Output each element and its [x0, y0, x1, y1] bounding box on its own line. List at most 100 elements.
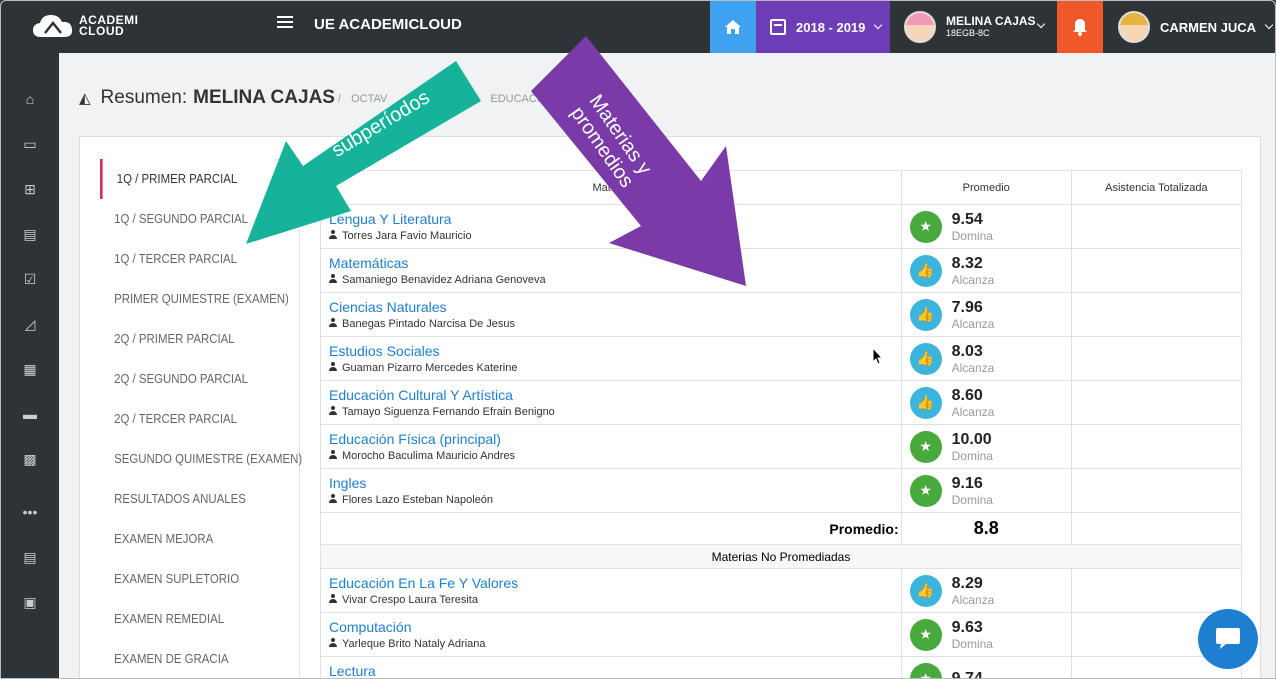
user-menu[interactable]: CARMEN JUCA	[1118, 11, 1274, 43]
attendance-cell	[1070, 424, 1243, 469]
sitemap-icon[interactable]: ⊞	[21, 181, 39, 197]
subject-cell: Computación Yarleque Brito Nataly Adriana	[320, 612, 902, 657]
teacher-name: Morocho Baculima Mauricio Andres	[342, 450, 516, 462]
person-icon	[329, 638, 337, 647]
subject-row: Educación Cultural Y Artística Tamayo Sig…	[320, 380, 1243, 425]
school-name: UE ACADEMICLOUD	[314, 16, 462, 33]
grade-level: Alcanza	[951, 360, 995, 375]
subject-row: Educación En La Fe Y Valores Vivar Crespo…	[320, 568, 1243, 613]
period-item[interactable]: EXAMEN REMEDIAL	[100, 599, 275, 639]
medal-icon: ★	[909, 210, 942, 243]
user-avatar	[1118, 11, 1150, 43]
bell-icon	[1073, 19, 1087, 36]
subject-link[interactable]: Educación En La Fe Y Valores	[329, 575, 893, 591]
subject-row: Matemáticas Samaniego Benavidez Adriana G…	[320, 248, 1243, 293]
subject-link[interactable]: Ingles	[329, 475, 893, 491]
calendar-icon	[770, 19, 786, 35]
teal-annotation-arrow	[246, 61, 481, 244]
monitor-icon[interactable]: ▭	[21, 136, 39, 152]
average-row: Promedio: 8.8	[320, 512, 1243, 545]
person-icon	[329, 594, 337, 603]
period-item[interactable]: SEGUNDO QUIMESTRE (EXAMEN)	[100, 439, 302, 479]
grade-cell: 👍 8.03 Alcanza	[900, 336, 1072, 381]
subject-row: Ingles Flores Lazo Esteban Napoleón ★ 9.16 D…	[320, 468, 1243, 513]
teacher-line: Morocho Baculima Mauricio Andres	[329, 450, 893, 462]
calculator-icon[interactable]: ▩	[21, 451, 39, 467]
attendance-cell	[1070, 380, 1243, 425]
student-selector[interactable]: MELINA CAJAS 18EGB-8C	[904, 11, 1046, 43]
home-icon[interactable]: ⌂	[21, 91, 39, 107]
person-icon	[329, 362, 337, 371]
subject-cell: Ingles Flores Lazo Esteban Napoleón	[320, 468, 902, 513]
school-year-selector[interactable]: 2018 - 2019	[756, 1, 890, 53]
logo-text: ACADEMI CLOUD	[79, 14, 139, 37]
grade-value: 7.96	[951, 298, 983, 316]
subject-link[interactable]: Educación Cultural Y Artística	[329, 387, 893, 403]
grade-value: 10.00	[951, 430, 992, 448]
medal-icon: ★	[909, 618, 942, 651]
chat-button[interactable]	[1198, 609, 1258, 669]
chart-icon[interactable]: ◿	[21, 316, 39, 332]
medal-icon: ★	[909, 430, 942, 463]
period-item[interactable]: 2Q / PRIMER PARCIAL	[100, 319, 275, 359]
card-icon[interactable]: ▤	[21, 549, 39, 565]
subject-link[interactable]: Estudios Sociales	[329, 343, 893, 359]
period-item[interactable]: 2Q / SEGUNDO PARCIAL	[100, 359, 275, 399]
area-chart-icon: ◭	[79, 90, 91, 107]
menu-toggle-icon[interactable]	[277, 16, 293, 30]
grade-level: Alcanza	[951, 316, 995, 331]
period-item[interactable]: EXAMEN MEJORA	[100, 519, 275, 559]
grade-level: Domina	[951, 228, 993, 243]
person-icon	[329, 274, 337, 283]
subject-cell: Ciencias Naturales Banegas Pintado Narcis…	[320, 292, 902, 337]
money-icon[interactable]: ▬	[21, 406, 39, 422]
app-logo[interactable]: ACADEMI CLOUD	[31, 11, 139, 41]
grade-value: 8.03	[951, 342, 983, 360]
checklist-icon[interactable]: ☑	[21, 271, 39, 287]
attendance-cell	[1070, 468, 1243, 513]
person-icon	[329, 406, 337, 415]
more-icon[interactable]: •••	[21, 504, 39, 520]
grade-cell: 👍 8.60 Alcanza	[900, 380, 1072, 425]
subject-row: Estudios Sociales Guaman Pizarro Mercedes…	[320, 336, 1243, 381]
grade-level: Alcanza	[951, 272, 995, 287]
teacher-line: Banegas Pintado Narcisa De Jesus	[329, 318, 893, 330]
document-icon[interactable]: ▦	[21, 361, 39, 377]
attendance-cell	[1070, 568, 1243, 613]
grade-value: 8.60	[951, 386, 983, 404]
period-item[interactable]: PRIMER QUIMESTRE (EXAMEN)	[100, 279, 289, 319]
thumbs-up-icon: 👍	[909, 386, 942, 419]
period-item[interactable]: EXAMEN DE GRACIA	[100, 639, 275, 678]
empty-cell	[1070, 512, 1243, 545]
teacher-name: Tamayo Siguenza Fernando Efrain Benigno	[342, 406, 555, 418]
subject-cell: Educación Física (principal) Morocho Bacu…	[320, 424, 902, 469]
notifications-button[interactable]	[1057, 1, 1103, 53]
grade-cell: 👍 8.29 Alcanza	[900, 568, 1072, 613]
period-item[interactable]: RESULTADOS ANUALES	[100, 479, 275, 519]
grade-value: 9.63	[951, 618, 983, 636]
header-attendance: Asistencia Totalizada	[1070, 170, 1243, 205]
subject-cell: Educación Cultural Y Artística Tamayo Sig…	[320, 380, 902, 425]
grade-level: Domina	[951, 448, 993, 463]
subject-row: Lectura ★ 9.74	[320, 656, 1243, 678]
chevron-down-icon	[874, 20, 883, 30]
id-card-icon[interactable]: ▤	[21, 226, 39, 242]
period-item[interactable]: EXAMEN SUPLETORIO	[100, 559, 275, 599]
subject-link[interactable]: Computación	[329, 619, 893, 635]
subject-cell: Estudios Sociales Guaman Pizarro Mercedes…	[320, 336, 902, 381]
section-row: Materias No Promediadas	[320, 544, 1242, 569]
subject-link[interactable]: Lectura	[329, 663, 893, 678]
period-item[interactable]: 2Q / TERCER PARCIAL	[100, 399, 275, 439]
bus-icon[interactable]: ▣	[21, 594, 39, 610]
subject-link[interactable]: Educación Física (principal)	[329, 431, 893, 447]
grade-value: 8.32	[951, 254, 983, 272]
medal-icon: ★	[909, 474, 942, 507]
subject-cell: Educación En La Fe Y Valores Vivar Crespo…	[320, 568, 902, 613]
user-name: CARMEN JUCA	[1160, 19, 1257, 35]
app-window: ACADEMI CLOUD UE ACADEMICLOUD 2018 - 201…	[0, 0, 1276, 679]
subject-cell: Lectura	[320, 656, 902, 678]
student-code: 18EGB-8C	[946, 28, 990, 38]
attendance-cell	[1070, 336, 1243, 381]
grade-cell: ★ 9.16 Domina	[900, 468, 1072, 513]
subject-link[interactable]: Ciencias Naturales	[329, 299, 893, 315]
